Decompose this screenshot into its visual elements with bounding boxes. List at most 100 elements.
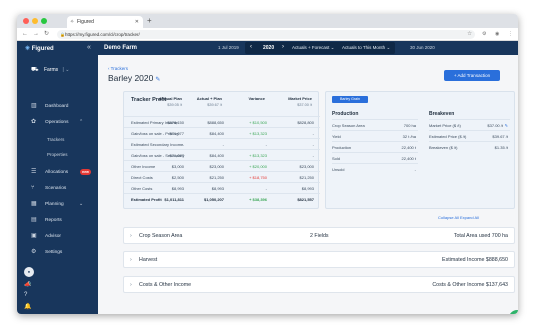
sidebar-item-settings[interactable]: ⚙ Settings	[17, 247, 98, 258]
sidebar-item-reports[interactable]: ▤ Reports	[17, 215, 98, 226]
section-name: Crop Season Area	[139, 233, 183, 239]
accordion-costs-other-income[interactable]: › Costs & Other Income Costs & Other Inc…	[123, 276, 515, 293]
list-item: Breakeven ($ /t) $1.35 /t	[429, 141, 510, 152]
reload-icon[interactable]: ↻	[44, 30, 49, 39]
row-plan: $3,000	[171, 164, 184, 169]
close-window-dot[interactable]	[23, 18, 29, 24]
star-icon[interactable]: ☆	[467, 31, 472, 37]
back-to-trackers-link[interactable]: ‹ Trackers	[108, 66, 128, 71]
sidebar-item-label: Advisor	[45, 234, 61, 239]
column-sub-market-price: $37.00 /t	[297, 103, 312, 107]
range-mode-dropdown[interactable]: Actuals to This Month ⌄	[342, 45, 390, 51]
logo-text: Figured	[31, 46, 54, 52]
farms-selector[interactable]: ⛟ Farms | ⌄	[31, 66, 69, 74]
row-variance: + $18,750	[249, 175, 267, 180]
browser-tab[interactable]: ✧ Figured ✕	[67, 16, 143, 28]
row-plan: $71,077	[169, 131, 184, 136]
branch-icon: ⑂	[31, 185, 35, 191]
crop-tag[interactable]: Barley Grain	[332, 96, 368, 103]
arrow-left-icon[interactable]: ←	[22, 30, 28, 39]
chevron-right-icon: ›	[130, 282, 132, 288]
section-summary: Estimated Income $888,650	[442, 257, 508, 263]
collapse-sidebar-icon[interactable]: «	[87, 44, 91, 51]
farm-icon: ⛟	[31, 67, 39, 73]
new-badge: new	[80, 169, 91, 175]
sidebar-item-dashboard[interactable]: ▥ Dashboard	[17, 101, 98, 112]
breakeven-value: $39.67 /t	[492, 134, 508, 139]
arrow-right-icon[interactable]: →	[33, 30, 39, 39]
table-row: Direct Costs $2,500 $21,250 + $18,750 $2…	[124, 171, 320, 182]
chat-bubble-icon[interactable]	[509, 310, 518, 314]
production-value: -	[414, 167, 416, 172]
new-tab-icon[interactable]: +	[147, 16, 152, 26]
chevron-right-icon: ›	[130, 257, 132, 263]
forecast-mode-label: Actuals + Forecast	[292, 45, 330, 50]
forecast-mode-dropdown[interactable]: Actuals + Forecast ⌄	[292, 45, 334, 51]
sidebar-item-scenarios[interactable]: ⑂ Scenarios	[17, 183, 98, 194]
megaphone-icon[interactable]: 📣	[24, 281, 31, 288]
address-bar[interactable]: 🔒 https://my.figured.com/cl/crop/tracker…	[57, 30, 475, 39]
accordion-harvest[interactable]: › Harvest Estimated Income $888,650	[123, 251, 515, 268]
sidebar-item-planning[interactable]: ▦ Planning ⌄	[17, 199, 98, 210]
row-label: Other Costs	[131, 186, 153, 191]
extension-icon[interactable]: ⚙	[482, 31, 486, 37]
pencil-icon[interactable]: ✎	[505, 123, 508, 128]
next-year-icon[interactable]: ›	[282, 44, 284, 50]
production-label: Crop Season Area	[332, 123, 365, 128]
row-market: -	[312, 131, 314, 136]
production-value: 700 ha	[403, 123, 416, 128]
close-tab-icon[interactable]: ✕	[135, 19, 139, 25]
row-actual: $84,400	[209, 131, 224, 136]
row-label: Estimated Secondary Income	[131, 142, 184, 147]
year-label[interactable]: 2020	[263, 45, 274, 51]
back-link-label: Trackers	[110, 66, 129, 71]
row-market: $828,800	[297, 120, 314, 125]
pencil-icon[interactable]: ✎	[155, 77, 160, 83]
accordion-crop-season-area[interactable]: › Crop Season Area 2 Fields Total Area u…	[123, 227, 515, 244]
sidebar-item-label: Allocations	[45, 170, 69, 175]
sidebar-subitem-trackers[interactable]: Trackers	[47, 137, 64, 142]
previous-year-icon[interactable]: ‹	[250, 44, 252, 50]
column-header-actual-plan: Actual + Plan	[196, 96, 222, 101]
sidebar-subitem-properties[interactable]: Properties	[47, 152, 68, 157]
row-market: $821,557	[297, 197, 314, 202]
logo-icon: ✳	[25, 46, 31, 52]
chevron-down-icon: | ⌄	[62, 67, 70, 73]
range-mode-label: Actuals to This Month	[342, 45, 386, 50]
main-content: ‹ Trackers Barley 2020 ✎ + Add Transactio…	[98, 55, 518, 314]
row-market: $23,000	[299, 164, 314, 169]
row-market: -	[312, 142, 314, 147]
breakeven-label: Market Price ($ /t)	[429, 123, 461, 128]
avatar[interactable]: ●	[24, 267, 34, 277]
table-row-total: Estimated Profit $1,011,811 $1,050,207 +…	[124, 193, 320, 204]
minimize-window-dot[interactable]	[32, 18, 38, 24]
column-header-annual-plan: Annual Plan	[158, 96, 182, 101]
bell-icon[interactable]: 🔔	[24, 303, 31, 310]
chart-icon: ▥	[31, 103, 37, 109]
row-market: -	[312, 153, 314, 158]
collapse-expand-all-links[interactable]: Collapse All Expand All	[438, 215, 479, 220]
tab-title: Figured	[77, 19, 94, 25]
row-actual: $23,000	[209, 164, 224, 169]
column-sub-annual-plan: $39.05 /t	[167, 103, 182, 107]
sidebar-item-operations[interactable]: ✿ Operations ⌃	[17, 117, 98, 128]
production-value: 32 t /ha	[402, 134, 416, 139]
sidebar-item-label: Settings	[45, 250, 63, 255]
tracker-profit-card: Tracker Profit Annual Plan Actual + Plan…	[123, 91, 320, 209]
figured-logo[interactable]: ✳ Figured	[25, 45, 54, 57]
profile-icon[interactable]: ◉	[495, 31, 499, 37]
maximize-window-dot[interactable]	[41, 18, 47, 24]
sidebar-item-label: Dashboard	[45, 104, 69, 109]
farms-label: Farms	[43, 67, 59, 73]
kebab-menu-icon[interactable]: ⋮	[508, 31, 513, 37]
help-icon[interactable]: ?	[24, 292, 27, 298]
add-transaction-button[interactable]: + Add Transaction	[444, 70, 500, 81]
list-item: Estimated Price ($ /t) $39.67 /t	[429, 130, 510, 141]
chevron-down-icon: ⌄	[330, 45, 335, 50]
figured-favicon-icon: ✧	[70, 19, 75, 25]
browser-toolbar: ← → ↻ 🔒 https://my.figured.com/cl/crop/t…	[17, 28, 518, 41]
sidebar-item-advisor[interactable]: ▣ Advisor	[17, 231, 98, 242]
row-variance: + $38,396	[249, 197, 267, 202]
row-variance: + $20,000	[249, 164, 267, 169]
chevron-right-icon: ›	[130, 233, 132, 239]
